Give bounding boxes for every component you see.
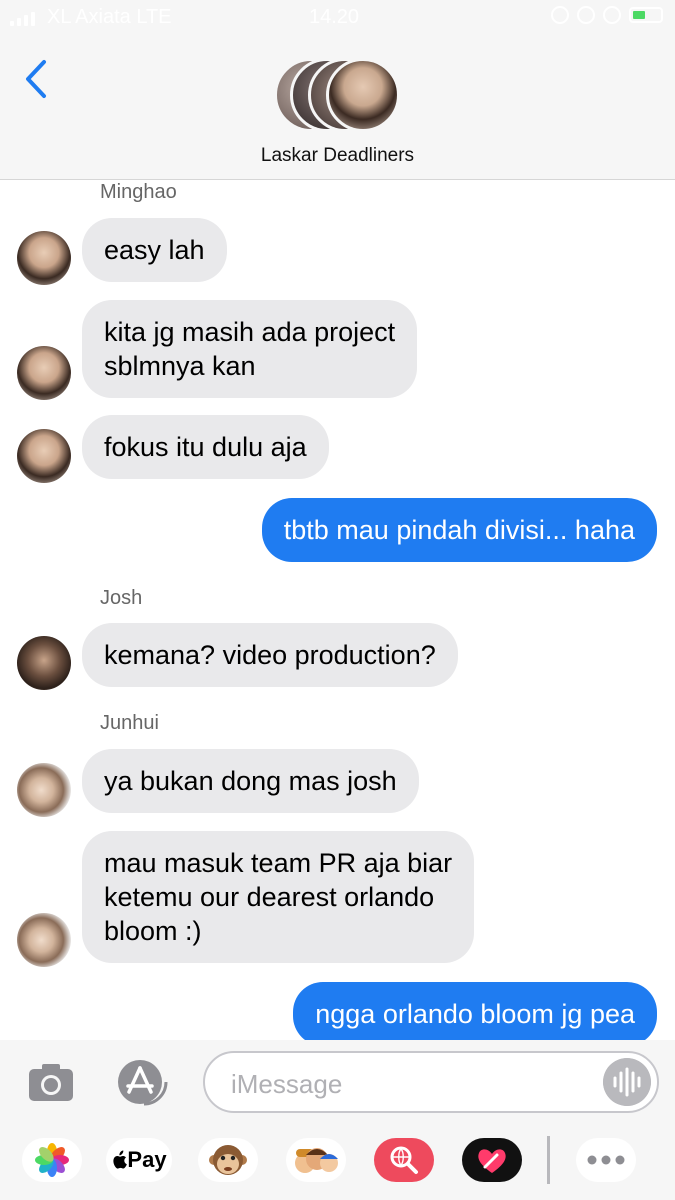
animoji-monkey-icon[interactable] [198, 1138, 258, 1182]
headphones-icon [603, 6, 621, 24]
message-text-line: mau masuk team PR aja biar [104, 848, 453, 878]
message-bubble[interactable]: kemana? video production? [82, 623, 458, 687]
rotation-lock-icon [577, 6, 595, 24]
back-chevron-icon[interactable] [22, 58, 52, 100]
message-text-line: sblmnya kan [104, 351, 256, 381]
photos-icon[interactable] [22, 1138, 82, 1182]
message-bubble[interactable]: fokus itu dulu aja [82, 415, 329, 479]
camera-icon[interactable] [28, 1062, 74, 1102]
status-bar: XL Axiata LTE 14.20 [0, 0, 675, 36]
apple-logo-icon [113, 1150, 128, 1169]
composer-bar: iMessage Pay [0, 1040, 675, 1200]
apple-pay-icon[interactable]: Pay [106, 1138, 172, 1182]
memoji-icon[interactable] [286, 1138, 346, 1182]
sender-name: Minghao [100, 181, 177, 203]
digital-touch-icon[interactable] [462, 1138, 522, 1182]
message-text: tbtb mau pindah divisi... haha [283, 515, 635, 545]
message-bubble[interactable]: mau masuk team PR aja biar ketemu our de… [82, 831, 475, 963]
avatar [17, 346, 71, 400]
message-text: easy lah [104, 235, 205, 265]
audio-waveform-icon[interactable] [603, 1058, 651, 1106]
message-bubble[interactable]: kita jg masih ada project sblmnya kan [82, 300, 418, 398]
alarm-icon [551, 6, 569, 24]
message-bubble[interactable]: ya bukan dong mas josh [82, 749, 419, 813]
message-text: ngga orlando bloom jg pea [315, 999, 635, 1029]
app-store-icon[interactable] [114, 1058, 172, 1106]
message-input-placeholder: iMessage [231, 1069, 343, 1099]
avatar [17, 913, 71, 967]
status-icons [551, 6, 663, 24]
message-bubble-outgoing[interactable]: tbtb mau pindah divisi... haha [261, 498, 657, 562]
conversation-header: XL Axiata LTE 14.20 Laskar Deadliners [0, 0, 675, 180]
carrier-label: XL Axiata LTE [47, 6, 172, 28]
apple-pay-label: Pay [127, 1147, 167, 1172]
message-text: ya bukan dong mas josh [104, 766, 397, 796]
member-avatar [326, 58, 400, 132]
avatar [17, 636, 71, 690]
status-time: 14.20 [309, 6, 360, 28]
tray-separator [547, 1136, 550, 1184]
avatar [17, 763, 71, 817]
battery-icon [629, 7, 663, 23]
signal-icon [10, 10, 35, 26]
group-name[interactable]: Laskar Deadliners [0, 145, 675, 167]
message-text: kemana? video production? [104, 640, 436, 670]
avatar [17, 429, 71, 483]
avatar [17, 231, 71, 285]
message-text-line: ketemu our dearest orlando [104, 882, 435, 912]
image-search-icon[interactable] [374, 1138, 434, 1182]
message-text: fokus itu dulu aja [104, 432, 307, 462]
sender-name: Josh [100, 587, 143, 609]
message-bubble-outgoing[interactable]: ngga orlando bloom jg pea [293, 982, 657, 1046]
message-input[interactable]: iMessage [203, 1051, 659, 1113]
more-icon[interactable] [576, 1138, 636, 1182]
message-bubble[interactable]: easy lah [82, 218, 227, 282]
sender-name: Junhui [100, 712, 159, 734]
message-text-line: bloom :) [104, 916, 202, 946]
group-avatar-stack[interactable] [274, 58, 404, 134]
message-text-line: kita jg masih ada project [104, 317, 396, 347]
